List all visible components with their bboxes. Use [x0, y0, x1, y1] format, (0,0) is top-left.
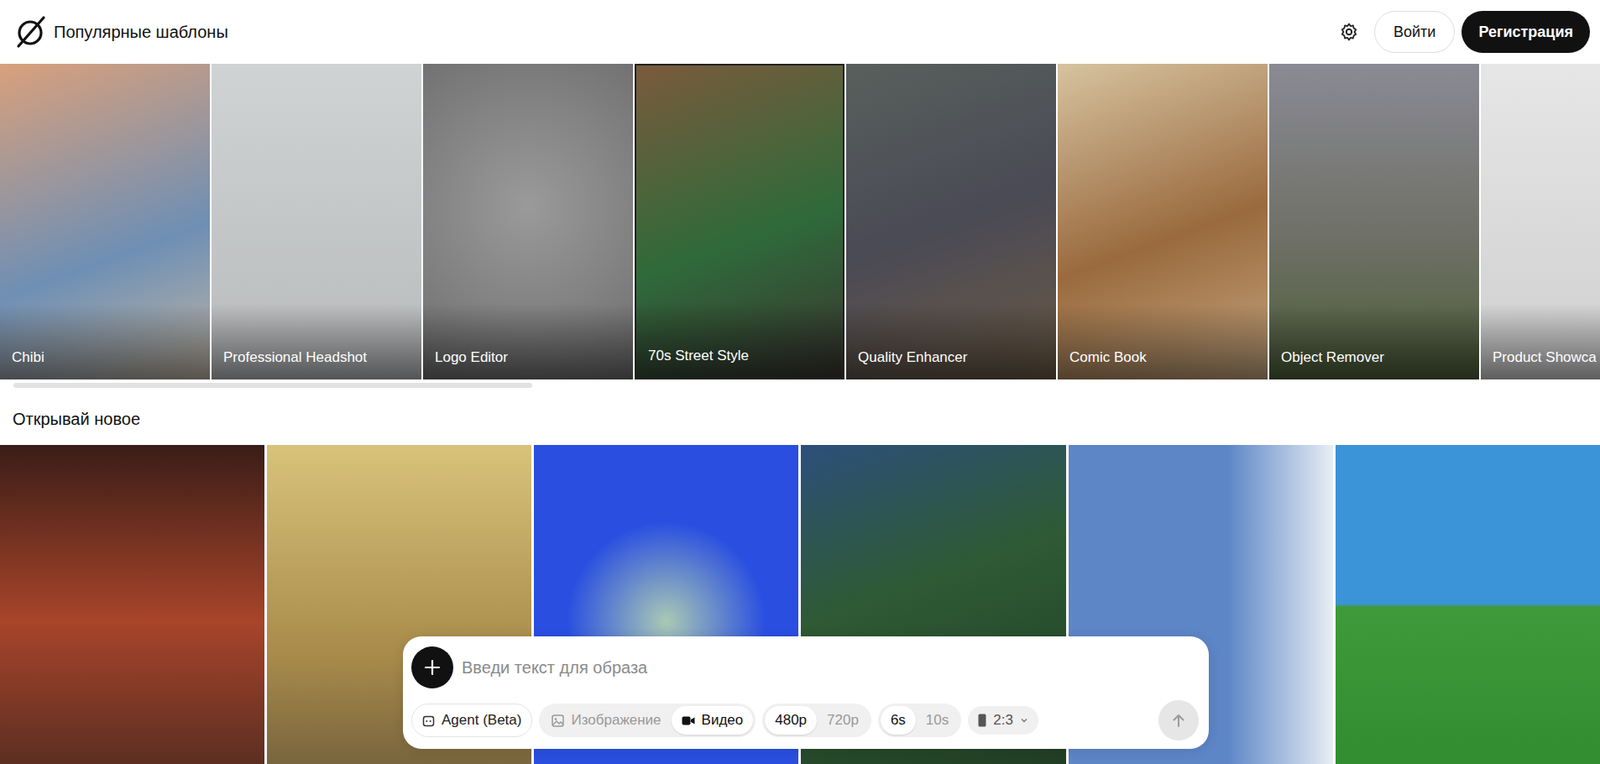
resolution-switch: 480p 720p: [762, 703, 872, 738]
plus-icon: [423, 658, 441, 676]
segment-label: 6s: [890, 709, 906, 732]
arrow-up-icon: [1171, 712, 1187, 728]
segment-option[interactable]: Изображение: [541, 705, 671, 735]
video-icon: [681, 715, 696, 727]
gallery-tile[interactable]: [1335, 444, 1600, 764]
template-card[interactable]: Professional Headshot: [211, 63, 422, 380]
segment-option[interactable]: 10s: [915, 705, 959, 735]
agent-button[interactable]: Agent (Beta): [411, 703, 533, 738]
template-card[interactable]: Product Showca: [1480, 63, 1600, 380]
template-label: Product Showca: [1492, 346, 1597, 369]
prompt-input[interactable]: [460, 653, 1199, 681]
template-label: Quality Enhancer: [857, 346, 968, 369]
template-card[interactable]: Chibi: [0, 63, 210, 380]
scrollbar[interactable]: [3, 382, 1597, 388]
scrollbar-thumb[interactable]: [13, 382, 533, 388]
segment-label: Видео: [701, 709, 744, 732]
section-title: Открывай новое: [12, 406, 1600, 432]
segment-label: 480p: [774, 709, 807, 732]
robot-icon: [422, 714, 435, 727]
segment-label: 720p: [826, 709, 859, 732]
template-card[interactable]: Comic Book: [1057, 63, 1268, 380]
segment-option[interactable]: 720p: [816, 705, 869, 735]
segment-label: 10s: [925, 709, 949, 732]
template-label: Object Remover: [1281, 346, 1385, 369]
template-card[interactable]: Object Remover: [1269, 63, 1480, 380]
aspect-icon: [977, 713, 987, 727]
mode-switch: Изображение Видео: [538, 703, 756, 738]
template-label: Chibi: [11, 346, 45, 369]
agent-label: Agent (Beta): [441, 709, 522, 732]
aspect-dropdown[interactable]: 2:3: [967, 705, 1039, 735]
aspect-label: 2:3: [993, 709, 1014, 732]
settings-button[interactable]: [1330, 13, 1368, 51]
brand[interactable]: Популярные шаблоны: [13, 15, 229, 49]
segment-option[interactable]: 480p: [764, 705, 817, 735]
chevron-icon: [1019, 716, 1029, 725]
logo-icon[interactable]: [13, 15, 48, 49]
image-icon: [551, 714, 565, 727]
gallery-tile[interactable]: [0, 444, 265, 764]
send-button[interactable]: [1158, 700, 1199, 741]
template-label: Professional Headshot: [223, 346, 367, 369]
template-label: Comic Book: [1069, 346, 1147, 369]
top-bar: Популярные шаблоны Войти Регистрация: [0, 0, 1600, 64]
segment-option[interactable]: 6s: [880, 705, 916, 735]
template-card[interactable]: 70s Street Style: [634, 63, 845, 380]
template-strip[interactable]: Chibi Professional Headshot Logo Editor 70s…: [0, 63, 1600, 380]
template-card[interactable]: Quality Enhancer: [846, 63, 1057, 380]
add-button[interactable]: [411, 646, 454, 689]
page-title: Популярные шаблоны: [53, 19, 229, 45]
segment-label: Изображение: [570, 709, 661, 732]
segment-option[interactable]: Видео: [671, 705, 754, 735]
login-button[interactable]: Войти: [1374, 10, 1455, 53]
register-button[interactable]: Регистрация: [1461, 10, 1590, 53]
gear-icon: [1338, 21, 1360, 42]
template-card[interactable]: Logo Editor: [423, 63, 633, 380]
duration-switch: 6s 10s: [878, 703, 962, 738]
template-label: Logo Editor: [434, 346, 508, 369]
prompt-box: Agent (Beta) Изображение Видео 480p 720p 6…: [402, 636, 1209, 749]
template-label: 70s Street Style: [648, 345, 749, 367]
